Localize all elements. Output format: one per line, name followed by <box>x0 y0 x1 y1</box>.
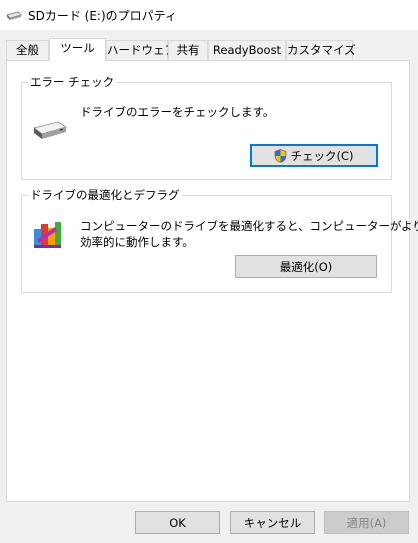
optimize-button[interactable]: 最適化(O) <box>235 255 377 278</box>
tools-panel: エラー チェック ドライブのエラーをチェックします。 チェック(C) ドライブの… <box>6 60 418 502</box>
check-button[interactable]: チェック(C) <box>250 144 378 167</box>
hard-drive-icon <box>32 119 68 141</box>
error-check-group-label: エラー チェック <box>28 75 117 89</box>
optimize-group-label: ドライブの最適化とデフラグ <box>28 188 182 202</box>
apply-button[interactable]: 適用(A) <box>324 511 409 534</box>
defrag-icon <box>32 218 66 250</box>
title-bar: SDカード (E:)のプロパティ <box>0 0 418 30</box>
tab-general[interactable]: 全般 <box>6 40 49 60</box>
tab-tools[interactable]: ツール <box>49 38 106 61</box>
error-check-group: エラー チェック ドライブのエラーをチェックします。 チェック(C) <box>21 75 392 180</box>
tab-strip: 全般 ツール ハードウェア 共有 ReadyBoost カスタマイズ <box>6 38 412 61</box>
tab-customize[interactable]: カスタマイズ <box>286 40 356 60</box>
cancel-button-label: キャンセル <box>243 515 302 530</box>
tab-sharing[interactable]: 共有 <box>168 40 208 60</box>
drive-icon <box>6 10 22 20</box>
uac-shield-icon <box>274 148 287 163</box>
ok-button-label: OK <box>169 515 186 530</box>
ok-button[interactable]: OK <box>135 511 220 534</box>
error-check-description: ドライブのエラーをチェックします。 <box>80 105 275 119</box>
tab-readyboost[interactable]: ReadyBoost <box>208 40 286 60</box>
optimize-description-line1: コンピューターのドライブを最適化すると、コンピューターがより <box>80 219 418 233</box>
cancel-button[interactable]: キャンセル <box>230 511 315 534</box>
apply-button-label: 適用(A) <box>346 515 387 530</box>
window-title: SDカード (E:)のプロパティ <box>28 9 177 23</box>
optimize-description-line2: 効率的に動作します。 <box>80 235 194 249</box>
optimize-button-label: 最適化(O) <box>279 259 333 274</box>
tab-hardware[interactable]: ハードウェア <box>106 40 176 60</box>
check-button-label: チェック(C) <box>290 148 354 163</box>
optimize-group: ドライブの最適化とデフラグ コンピューターのドライブを最適化すると、コンピュータ… <box>21 188 418 293</box>
